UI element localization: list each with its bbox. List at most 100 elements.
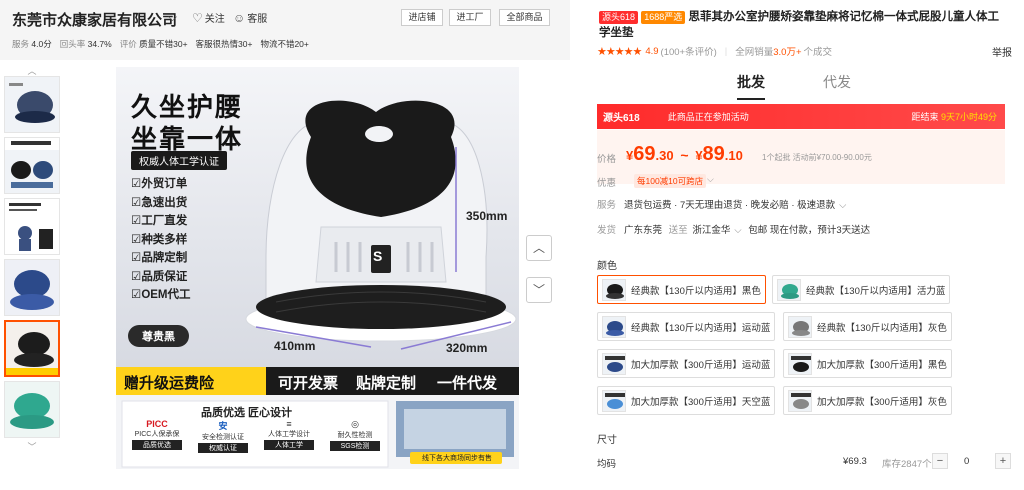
thumbnail[interactable]	[4, 259, 60, 316]
color-option[interactable]: 经典款【130斤以内适用】运动蓝	[597, 312, 776, 341]
metric-return-rate: 回头率 34.7%	[59, 39, 112, 49]
ship-to[interactable]: 浙江金华	[692, 225, 730, 236]
color-option[interactable]: 加大加厚款【300斤适用】灰色	[783, 386, 952, 415]
feature-list: ☑外贸订单 ☑急速出货 ☑工厂直发 ☑种类多样 ☑品牌定制 ☑品质保证 ☑OEM…	[131, 175, 191, 305]
heart-icon: ♡	[192, 10, 203, 25]
enter-shop-button[interactable]: 进店铺	[401, 9, 443, 26]
quality-badge: 安 安全检测认证 权威认证	[192, 419, 254, 453]
quality-badge: ≡ 人体工学设计 人体工学	[258, 419, 320, 453]
model-label: 尊贵黑	[128, 325, 189, 347]
size-price: ¥69.3	[843, 456, 867, 467]
customer-service-button[interactable]: ☺ 客服	[233, 10, 268, 26]
banner-invoice: 可开发票	[278, 375, 339, 392]
follow-button[interactable]: ♡ 关注	[192, 10, 225, 26]
ship-to-label: 送至	[668, 225, 688, 236]
price-range: ¥69.30 ~ ¥89.10	[626, 143, 743, 165]
color-option[interactable]: 经典款【130斤以内适用】活力蓝	[772, 275, 951, 304]
feature-item: ☑品质保证	[131, 270, 188, 283]
logo-mark: S	[373, 248, 383, 264]
chevron-down-icon[interactable]: ⌵	[839, 200, 846, 211]
star-rating-icon: ★★★★★	[597, 45, 642, 58]
promo-badge: 源头618	[599, 11, 639, 24]
color-option[interactable]: 加大加厚款【300斤适用】天空蓝	[597, 386, 776, 415]
color-option[interactable]: 加大加厚款【300斤适用】运动蓝	[597, 349, 776, 378]
ship-from: 广东东莞	[624, 225, 663, 236]
promo-text: 此商品正在参加活动	[667, 112, 749, 122]
promo-bar: 源头618 此商品正在参加活动 距结束 9天7小时49分	[597, 104, 1005, 129]
chevron-down-icon: ﹀	[532, 283, 545, 297]
picc-icon: PICC	[146, 419, 168, 429]
chevron-down-icon[interactable]: ⌵	[168, 10, 177, 25]
chevron-up-icon: ︿	[532, 241, 545, 255]
badge-tag: 品质优选	[132, 440, 182, 450]
color-option-label: 加大加厚款【300斤适用】灰色	[817, 396, 947, 408]
sales-count: 3.0万+	[773, 47, 802, 58]
increment-button[interactable]: +	[995, 453, 1011, 469]
ergonomic-icon: ≡	[286, 419, 292, 429]
service-row-label: 服务	[597, 200, 617, 211]
feature-item: ☑OEM代工	[131, 289, 191, 301]
chevron-down-icon[interactable]: ﹀	[4, 442, 60, 452]
feature-item: ☑外贸订单	[131, 178, 188, 190]
decrement-button[interactable]: −	[932, 453, 948, 469]
shop-name[interactable]: 东莞市众康家居有限公司	[12, 9, 177, 30]
color-option[interactable]: 经典款【130斤以内适用】灰色	[783, 312, 952, 341]
thumbnail[interactable]	[4, 137, 60, 194]
quality-badge: PICC PICC人保承保 品质优选	[126, 419, 188, 453]
thumbnail[interactable]	[4, 76, 60, 133]
shipping-row: 发货 广东东莞 送至 浙江金华 ⌵ 包邮 现在付款，预计3天送达	[597, 222, 870, 236]
shipping-row-label: 发货	[597, 225, 617, 236]
sales-suffix: 个成交	[803, 47, 833, 58]
thumbnail-selected[interactable]	[4, 320, 60, 377]
badge-text: 安全检测认证	[202, 434, 244, 441]
price-box: 价格 ¥69.30 ~ ¥89.10 1个起批 活动前¥70.00-90.00元…	[597, 130, 1005, 189]
shop-header: 东莞市众康家居有限公司 ⌵ ♡ 关注 ☺ 客服 进店铺 进工厂 全部商品 服务 4.…	[0, 0, 570, 60]
badge-text: 人体工学设计	[268, 431, 310, 438]
price-note: 1个起批 活动前¥70.00-90.00元	[762, 153, 872, 162]
thumbnail[interactable]	[4, 381, 60, 438]
color-option[interactable]: 加大加厚款【300斤适用】黑色	[783, 349, 952, 378]
selection-badge: 1688严选	[641, 11, 686, 24]
all-products-button[interactable]: 全部商品	[499, 9, 550, 26]
banner-freight: 赠升级运费险	[124, 375, 215, 392]
metric-logistics-tag: 物流不错20+	[260, 39, 309, 49]
quality-badges: PICC PICC人保承保 品质优选 安 安全检测认证 权威认证 ≡ 人体工学设…	[126, 419, 386, 453]
review-count[interactable]: (100+条评价)	[661, 44, 717, 58]
swatch-icon	[602, 352, 626, 375]
chevron-down-icon[interactable]: ⌵	[734, 225, 741, 236]
chevron-up-icon[interactable]: ︿	[4, 66, 60, 76]
durability-icon: ◎	[351, 419, 359, 429]
badge-text: PICC人保承保	[134, 431, 180, 438]
image-next-button[interactable]: ﹀	[526, 277, 552, 303]
badge-tag: 人体工学	[264, 440, 314, 450]
price-label: 价格	[597, 154, 617, 165]
image-prev-button[interactable]: ︿	[526, 235, 552, 261]
shop-metrics: 服务 4.0分 回头率 34.7% 评价 质量不错30+ 客服很热情30+ 物流…	[12, 38, 309, 50]
dimension-width: 410mm	[274, 339, 316, 353]
ship-eta: 包邮 现在付款，预计3天送达	[748, 225, 871, 236]
metric-service-tag: 客服很热情30+	[195, 39, 253, 49]
purchase-tabs: 批发 代发	[737, 72, 851, 100]
coupon-badge[interactable]: 每100减10可跨店	[634, 174, 707, 188]
service-row-text: 退货包运费 · 7天无理由退货 · 晚发必赔 · 极速退款	[624, 200, 836, 211]
sales-prefix: 全网销量	[735, 47, 774, 58]
color-option-selected[interactable]: 经典款【130斤以内适用】黑色	[597, 275, 766, 304]
badge-tag: 权威认证	[198, 443, 248, 453]
tab-dropship[interactable]: 代发	[823, 72, 851, 100]
promo-tag: 源头618	[603, 113, 640, 124]
swatch-icon	[602, 315, 626, 338]
color-section-label: 颜色	[597, 261, 617, 272]
enter-factory-button[interactable]: 进工厂	[449, 9, 491, 26]
tab-wholesale[interactable]: 批发	[737, 72, 765, 100]
color-option-label: 经典款【130斤以内适用】灰色	[817, 322, 947, 334]
quantity-input[interactable]: 0	[964, 456, 969, 467]
chevron-down-icon[interactable]: ⌵	[707, 174, 714, 185]
thumbnail[interactable]	[4, 198, 60, 255]
factory-tag: 线下各大商场同步有售	[422, 455, 492, 462]
smile-icon: ☺	[233, 10, 246, 25]
quality-title: 品质优选 匠心设计	[201, 407, 293, 419]
color-option-label: 经典款【130斤以内适用】活力蓝	[806, 285, 946, 297]
report-link[interactable]: 举报	[992, 44, 1012, 59]
size-section-label: 尺寸	[597, 435, 617, 446]
service-label: 客服	[247, 14, 268, 25]
